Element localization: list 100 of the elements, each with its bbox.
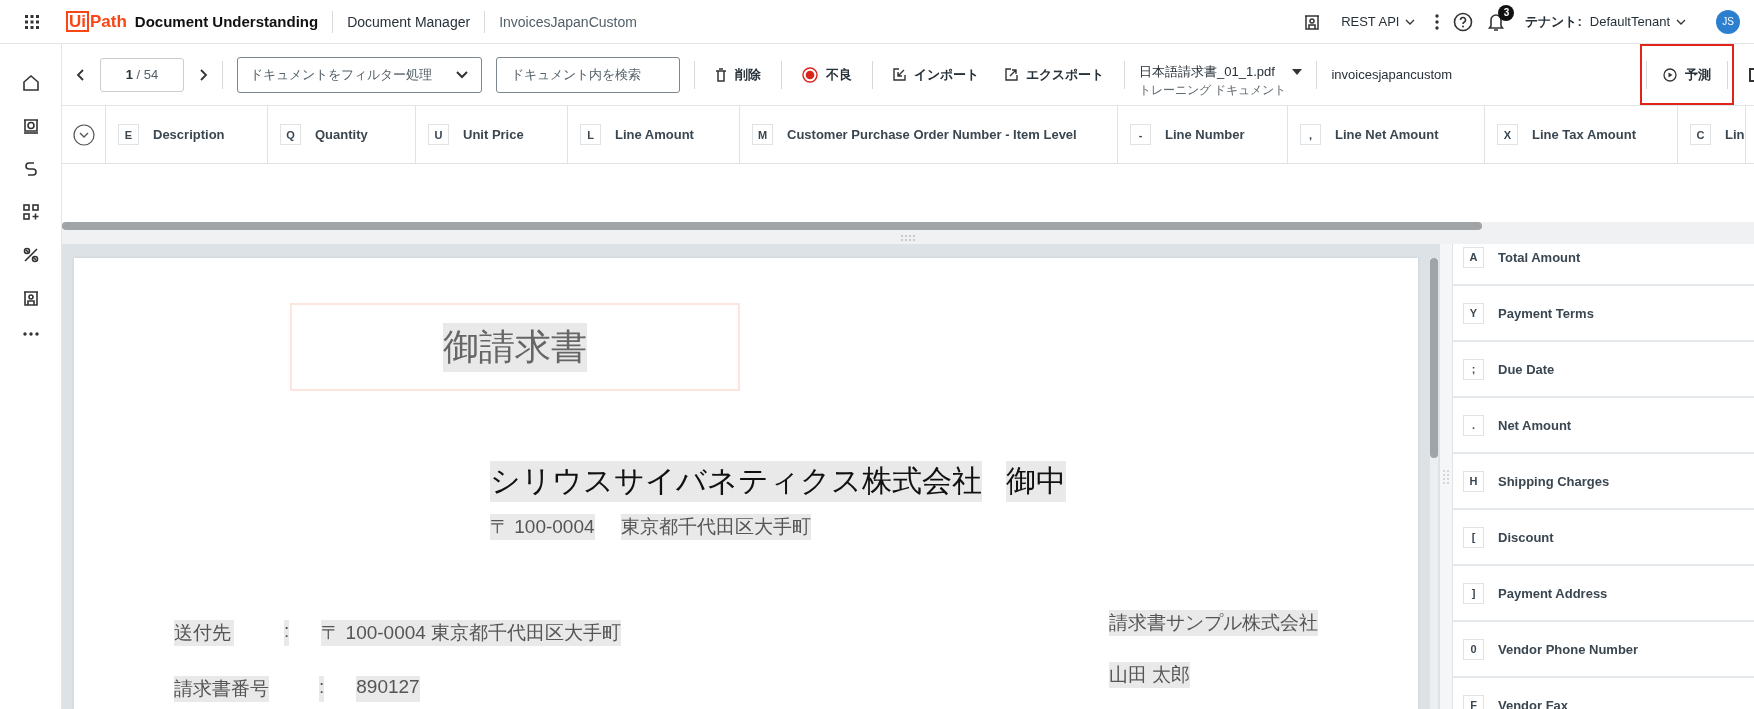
addressee-text: シリウスサイバネティクス株式会社 [490, 461, 982, 502]
column-header[interactable]: Lin [1725, 127, 1745, 142]
filter-dropdown[interactable]: ドキュメントをフィルター処理 [237, 56, 482, 93]
notification-count: 3 [1498, 4, 1515, 21]
predict-button[interactable]: 予測 [1657, 61, 1717, 88]
shortcut-key: , [1300, 124, 1321, 145]
previous-icon[interactable] [76, 67, 86, 82]
shortcut-key: ; [1463, 358, 1484, 380]
building-icon[interactable] [1303, 12, 1322, 31]
shortcut-key: ] [1463, 582, 1484, 604]
bell-icon[interactable] [1487, 11, 1506, 32]
separator-text: : [319, 676, 325, 702]
field-row[interactable]: A Total Amount [1453, 244, 1754, 286]
collapse-icon[interactable] [72, 123, 95, 146]
chevron-down-icon [1676, 18, 1686, 25]
trash-icon [715, 67, 727, 82]
field-row[interactable]: . Net Amount [1453, 398, 1754, 454]
sender-text: 山田 太郎 [1109, 662, 1191, 688]
rest-api-menu[interactable]: REST API [1335, 14, 1422, 29]
addressee-text: 御中 [1006, 461, 1066, 502]
search-field[interactable]: ドキュメント内を検索 [496, 56, 680, 93]
shortcut-key: C [1690, 124, 1711, 145]
shortcut-key: H [1463, 470, 1484, 492]
logo: Ui Path [66, 11, 127, 32]
shortcut-key: A [1463, 246, 1484, 268]
product-name: Document Understanding [134, 13, 319, 30]
column-header[interactable]: Unit Price [463, 127, 524, 142]
field-label: 送付先 [174, 620, 234, 646]
play-icon [1663, 67, 1677, 82]
column-header[interactable]: Line Amount [615, 127, 694, 142]
chevron-down-icon [1405, 18, 1416, 25]
building-icon[interactable] [21, 289, 40, 307]
scan-icon[interactable] [21, 117, 40, 135]
apps-icon[interactable] [24, 13, 40, 30]
field-row[interactable]: H Shipping Charges [1453, 454, 1754, 510]
import-button[interactable]: インポート [887, 61, 985, 88]
field-name: Due Date [1498, 361, 1555, 377]
shortcut-key: [ [1463, 526, 1484, 548]
address-text: 東京都千代田区大手町 [620, 514, 811, 540]
field-row[interactable]: [ Discount [1453, 510, 1754, 566]
shortcut-key: 0 [1463, 638, 1484, 660]
field-label: 請求書番号 [174, 676, 269, 702]
import-icon [893, 68, 906, 81]
radio-dot-icon [802, 66, 818, 83]
shortcut-key: Q [280, 124, 301, 145]
export-button[interactable]: エクスポート [999, 61, 1110, 88]
column-header[interactable]: Line Tax Amount [1532, 127, 1636, 142]
home-icon[interactable] [21, 74, 40, 92]
more-icon[interactable] [22, 332, 39, 336]
field-row[interactable]: ] Payment Address [1453, 566, 1754, 622]
chevron-down-icon [455, 69, 469, 80]
help-icon[interactable] [1453, 11, 1474, 32]
field-name: Payment Address [1498, 585, 1608, 601]
project-name: invoicesjapancustom [1331, 67, 1453, 82]
shortcut-key: E [118, 124, 139, 145]
field-name: Vendor Fax [1498, 697, 1569, 709]
more-icon[interactable] [1435, 13, 1440, 30]
address-text: 〒 100-0004 [490, 514, 595, 540]
separator-text: : [284, 620, 290, 646]
shortcut-key: . [1463, 414, 1484, 436]
document-dropdown[interactable]: 日本語請求書_01_1.pdf トレーニング ドキュメント [1139, 50, 1303, 99]
field-name: Discount [1498, 529, 1554, 545]
scrollbar-thumb[interactable] [1430, 258, 1438, 458]
resize-handle-icon[interactable] [1443, 469, 1449, 484]
shortcut-key: U [428, 124, 449, 145]
tenant-menu[interactable]: DefaultTenant [1583, 14, 1692, 29]
document-title: 御請求書 [443, 322, 587, 372]
field-name: Total Amount [1498, 249, 1581, 265]
shortcut-key: L [580, 124, 601, 145]
export-icon [1005, 68, 1018, 81]
column-header[interactable]: Line Net Amount [1335, 127, 1439, 142]
breadcrumb-link[interactable]: Document Manager [347, 13, 471, 30]
field-row[interactable]: 0 Vendor Phone Number [1453, 622, 1754, 678]
resize-handle-icon[interactable] [901, 234, 915, 241]
column-header[interactable]: Customer Purchase Order Number - Item Level [787, 127, 1077, 142]
column-header[interactable]: Description [153, 127, 225, 142]
field-name: Payment Terms [1498, 305, 1594, 321]
page-field[interactable]: 1 / 54 [100, 57, 184, 92]
scrollbar-thumb[interactable] [62, 222, 1482, 230]
next-icon[interactable] [198, 67, 208, 82]
shortcut-key: Y [1463, 302, 1484, 324]
tenant-label: テナント: [1525, 12, 1582, 31]
field-row[interactable]: Y Payment Terms [1453, 286, 1754, 342]
column-header[interactable]: Quantity [315, 127, 368, 142]
field-value: 890127 [356, 676, 420, 702]
sender-text: 請求書サンプル株式会社 [1109, 610, 1318, 636]
flag-button[interactable]: 不良 [796, 61, 858, 88]
field-row[interactable]: F Vendor Fax [1453, 678, 1754, 709]
column-header[interactable]: Line Number [1165, 127, 1245, 142]
field-name: Net Amount [1498, 417, 1572, 433]
user-avatar[interactable]: JS [1716, 9, 1740, 34]
field-value: 〒 100-0004 東京都千代田区大手町 [321, 620, 622, 646]
field-row[interactable]: ; Due Date [1453, 342, 1754, 398]
delete-button[interactable]: 削除 [709, 61, 767, 88]
shortcut-key: M [752, 124, 773, 145]
shortcut-key: - [1130, 124, 1151, 145]
add-widget-icon[interactable] [21, 203, 40, 221]
breadcrumb-link[interactable]: InvoicesJapanCustom [499, 13, 637, 30]
shortcut-key: F [1463, 694, 1484, 709]
field-name: Shipping Charges [1498, 473, 1610, 489]
